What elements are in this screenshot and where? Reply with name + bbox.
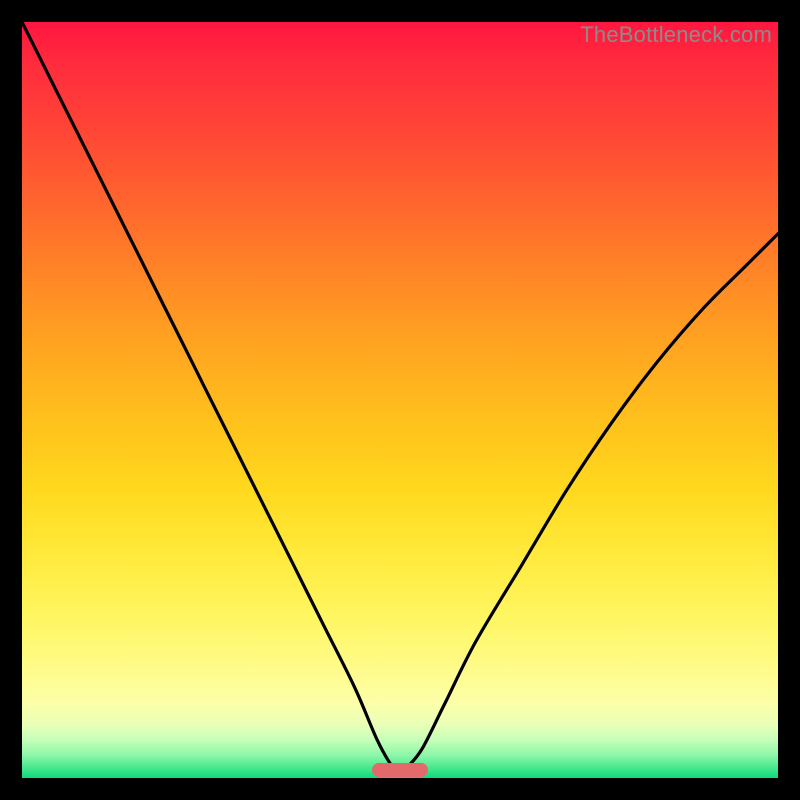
chart-plot-area: TheBottleneck.com: [22, 22, 778, 778]
watermark-text: TheBottleneck.com: [580, 22, 772, 48]
trough-marker: [372, 763, 428, 777]
chart-frame: TheBottleneck.com: [0, 0, 800, 800]
bottleneck-curve: [22, 22, 778, 778]
